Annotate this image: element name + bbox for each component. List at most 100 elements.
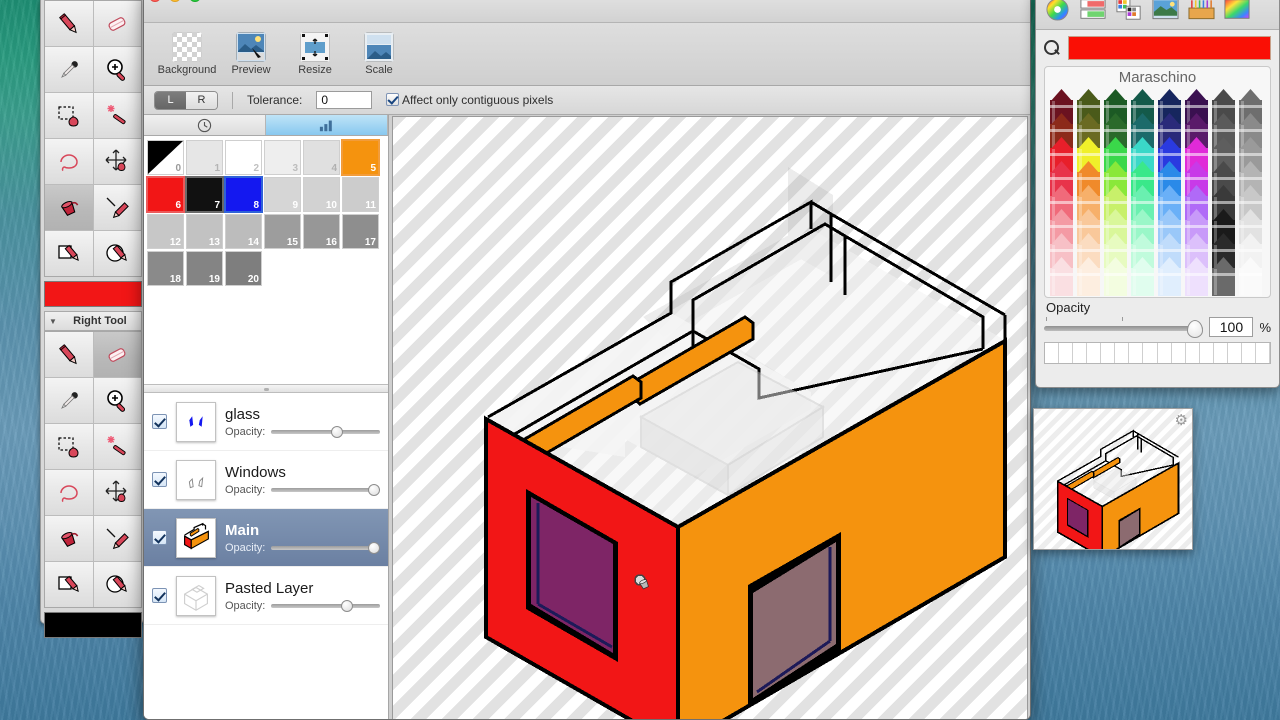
- palette-swatch-12[interactable]: 12: [147, 214, 184, 249]
- lasso-tool[interactable]: [45, 139, 93, 184]
- palette-swatch-2[interactable]: 2: [225, 140, 262, 175]
- eraser-tool-right[interactable]: [93, 332, 141, 377]
- minimize-button[interactable]: [169, 0, 181, 2]
- recent-color-slot[interactable]: [1129, 343, 1144, 363]
- line-tool-right[interactable]: [93, 516, 141, 561]
- recent-color-slot[interactable]: [1045, 343, 1060, 363]
- layer-opacity-knob[interactable]: [331, 426, 344, 438]
- layer-thumbnail[interactable]: [176, 459, 216, 500]
- eyedropper-tool-right[interactable]: [45, 378, 93, 423]
- main-toolbar[interactable]: Background Preview Resize Scale: [144, 23, 1030, 86]
- right-tool-color-swatch[interactable]: [44, 612, 142, 638]
- recent-color-slot[interactable]: [1101, 343, 1116, 363]
- palette-swatch-13[interactable]: 13: [186, 214, 223, 249]
- recent-color-slot[interactable]: [1213, 343, 1228, 363]
- left-tool-color-swatch[interactable]: [44, 281, 142, 307]
- recent-color-slot[interactable]: [1255, 343, 1270, 363]
- recent-color-slot[interactable]: [1227, 343, 1242, 363]
- layer-name[interactable]: Windows: [225, 463, 380, 482]
- layer-opacity-knob[interactable]: [368, 484, 380, 496]
- preview-window[interactable]: ⚙: [1033, 408, 1193, 550]
- layer-opacity-knob[interactable]: [340, 600, 353, 612]
- layer-row[interactable]: Windows Opacity:: [144, 451, 388, 509]
- image-palettes-mode-button[interactable]: [1150, 0, 1180, 22]
- palette-swatch-4[interactable]: 4: [303, 140, 340, 175]
- color-sliders-mode-button[interactable]: [1078, 0, 1108, 22]
- rectangle-tool-right[interactable]: [45, 562, 93, 607]
- tool-options-bar[interactable]: L R Tolerance: 0 Affect only contiguous …: [144, 86, 1030, 115]
- recent-color-slot[interactable]: [1157, 343, 1172, 363]
- window-controls[interactable]: [149, 0, 201, 2]
- palette-swatch-0[interactable]: 0: [147, 140, 184, 175]
- layer-opacity-row[interactable]: Opacity:: [225, 542, 380, 554]
- palette-swatch-11[interactable]: 11: [342, 177, 379, 212]
- palette-swatch-10[interactable]: 10: [303, 177, 340, 212]
- palette-swatch-19[interactable]: 19: [186, 251, 223, 286]
- recent-color-slot[interactable]: [1143, 343, 1158, 363]
- toolbar-button-background[interactable]: Background: [158, 32, 216, 76]
- color-palette-panel[interactable]: 0 1 2 3 4 5 6 7 8 9 10 11 12 13 14 15 16 17 18 19 20: [144, 136, 388, 288]
- layer-name[interactable]: Main: [225, 521, 380, 540]
- opacity-slider[interactable]: [1044, 317, 1204, 338]
- crayons-mode-button[interactable]: [1186, 0, 1216, 22]
- panel-splitter[interactable]: [144, 384, 388, 393]
- palette-swatch-18[interactable]: 18: [147, 251, 184, 286]
- palette-swatch-16[interactable]: 16: [303, 214, 340, 249]
- layer-visibility-checkbox[interactable]: [152, 530, 167, 545]
- layer-thumbnail[interactable]: [176, 401, 216, 442]
- lasso-tool-right[interactable]: [45, 470, 93, 515]
- layer-thumbnail[interactable]: [176, 517, 216, 558]
- line-tool[interactable]: [93, 185, 141, 230]
- layer-name[interactable]: glass: [225, 405, 380, 424]
- right-tool-header[interactable]: ▼ Right Tool: [44, 311, 142, 331]
- spectrum-mode-button[interactable]: [1222, 0, 1252, 22]
- rectangle-tool[interactable]: [45, 231, 93, 276]
- pencil-tool-right[interactable]: [45, 332, 93, 377]
- color-palettes-mode-button[interactable]: [1114, 0, 1144, 22]
- recent-color-slot[interactable]: [1073, 343, 1088, 363]
- right-tool-grid[interactable]: [44, 331, 142, 608]
- palette-swatch-17[interactable]: 17: [342, 214, 379, 249]
- layer-opacity-slider[interactable]: [271, 484, 380, 496]
- colors-panel[interactable]: Maraschino Opacity 100 %: [1035, 0, 1280, 388]
- move-tool-right[interactable]: [93, 470, 141, 515]
- layer-opacity-row[interactable]: Opacity:: [225, 426, 380, 438]
- crayon-picker[interactable]: Maraschino: [1044, 66, 1271, 298]
- palette-swatch-9[interactable]: 9: [264, 177, 301, 212]
- recent-color-slot[interactable]: [1199, 343, 1214, 363]
- eyedropper-tool[interactable]: [45, 47, 93, 92]
- zoom-tool-right[interactable]: [93, 378, 141, 423]
- drawing-canvas[interactable]: [392, 116, 1028, 719]
- layer-opacity-row[interactable]: Opacity:: [225, 600, 380, 612]
- layer-opacity-slider[interactable]: [271, 542, 380, 554]
- left-right-tool-toggle[interactable]: L R: [154, 90, 218, 110]
- recent-color-slot[interactable]: [1087, 343, 1102, 363]
- layer-row[interactable]: Main Opacity:: [144, 509, 388, 567]
- recent-color-slot[interactable]: [1185, 343, 1200, 363]
- toolbar-button-resize[interactable]: Resize: [286, 32, 344, 76]
- tolerance-input[interactable]: 0: [316, 91, 373, 109]
- color-wheel-mode-button[interactable]: [1042, 0, 1072, 22]
- left-tool-grid[interactable]: [44, 0, 142, 277]
- opacity-row[interactable]: Opacity 100 %: [1036, 298, 1279, 338]
- palette-swatch-1[interactable]: 1: [186, 140, 223, 175]
- layer-opacity-slider[interactable]: [271, 600, 380, 612]
- layer-opacity-slider[interactable]: [271, 426, 380, 438]
- ellipse-tool-right[interactable]: [93, 562, 141, 607]
- canvas-viewport[interactable]: [389, 115, 1030, 719]
- palette-swatch-6[interactable]: 6: [146, 176, 185, 213]
- layers-list[interactable]: glass Opacity: Windows Opacity: Main Opacity:…: [144, 393, 388, 625]
- layer-name[interactable]: Pasted Layer: [225, 579, 380, 598]
- palette-swatch-3[interactable]: 3: [264, 140, 301, 175]
- ellipse-tool[interactable]: [93, 231, 141, 276]
- layer-visibility-checkbox[interactable]: [152, 472, 167, 487]
- palette-tabs[interactable]: [144, 115, 388, 136]
- zoom-tool[interactable]: [93, 47, 141, 92]
- layer-thumbnail[interactable]: [176, 575, 216, 616]
- recent-color-slot[interactable]: [1059, 343, 1074, 363]
- paint-bucket-tool[interactable]: [45, 185, 93, 230]
- toolbar-button-preview[interactable]: Preview: [222, 32, 280, 76]
- tab-recent-colors[interactable]: [144, 115, 266, 135]
- opacity-slider-knob[interactable]: [1187, 320, 1204, 338]
- recent-color-slot[interactable]: [1171, 343, 1186, 363]
